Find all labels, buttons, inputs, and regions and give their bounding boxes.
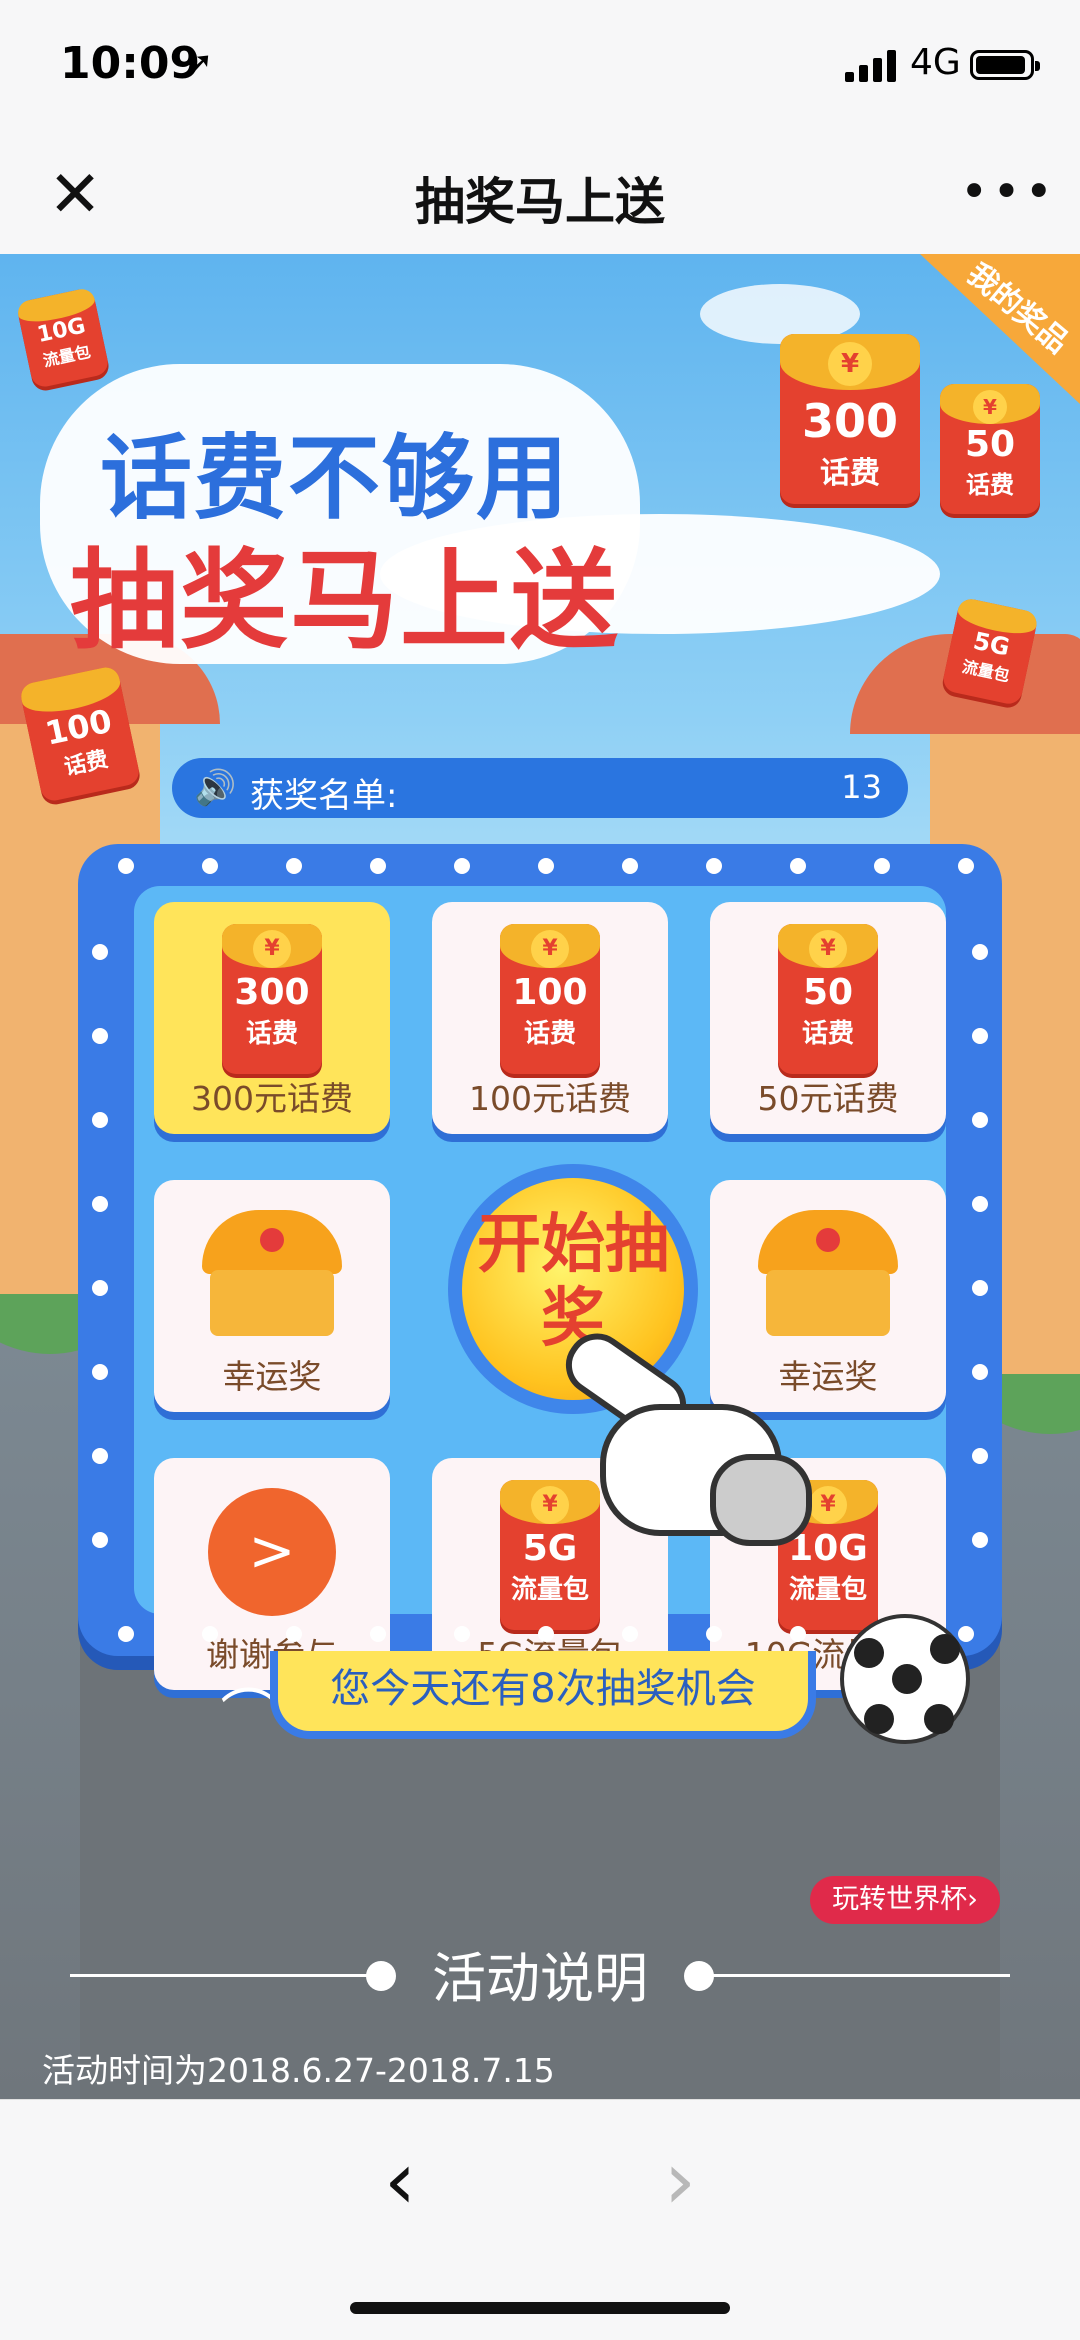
pointing-hand-icon: [554, 1321, 812, 1546]
banner-envelope-300: ¥ 300 话费: [780, 334, 920, 504]
speaker-icon: 🔊: [194, 768, 237, 808]
board-light: [92, 1028, 108, 1044]
board-light: [972, 1280, 988, 1296]
status-time: 10:09: [60, 38, 201, 89]
prize-label: 100元话费: [469, 1079, 631, 1118]
treasure-chest-icon: [758, 1210, 898, 1340]
board-light: [972, 1448, 988, 1464]
board-light: [92, 944, 108, 960]
divider: [700, 1974, 1010, 1977]
board-light: [92, 1532, 108, 1548]
winners-count: 13: [841, 768, 882, 806]
home-indicator: [350, 2302, 730, 2314]
lottery-page: 话费不够用 抽奖马上送 ¥ 300 话费 ¥ 50 话费 100 话费 10G …: [0, 254, 1080, 2099]
envelope-amount: 50: [964, 424, 1016, 465]
board-light: [874, 858, 890, 874]
prize-tile: ¥300 话费 300元话费: [154, 902, 390, 1134]
board-light: [370, 1626, 386, 1642]
signal-icon: [845, 50, 897, 82]
envelope-unit: 话费: [820, 456, 880, 491]
envelope-unit: 话费: [801, 1019, 854, 1049]
board-light: [202, 1626, 218, 1642]
board-light: [972, 1196, 988, 1212]
envelope-amount: 300: [234, 972, 310, 1013]
nav-bar: ✕ 抽奖马上送 •••: [0, 132, 1080, 255]
board-light: [454, 858, 470, 874]
envelope-amount: 300: [801, 394, 899, 448]
treasure-chest-icon: [202, 1210, 342, 1340]
prize-tile: 幸运奖: [154, 1180, 390, 1412]
board-light: [972, 1532, 988, 1548]
board-light: [622, 858, 638, 874]
board-light: [706, 858, 722, 874]
remaining-chances: 您今天还有8次抽奖机会: [270, 1651, 816, 1739]
board-light: [972, 944, 988, 960]
location-arrow-icon: ➚: [185, 44, 214, 84]
board-light: [370, 858, 386, 874]
board-light: [958, 1626, 974, 1642]
board-light: [286, 858, 302, 874]
lottery-grid: ¥300 话费 300元话费 ¥100 话费 100元话费 ¥50 话费 50元话费 幸运奖 幸运奖…: [134, 886, 946, 1712]
board-light: [538, 1626, 554, 1642]
board-light: [790, 1626, 806, 1642]
envelope-unit: 话费: [245, 1019, 298, 1049]
board-light: [706, 1626, 722, 1642]
winners-ticker: 🔊 获奖名单: 13: [172, 758, 908, 818]
envelope-unit: 话费: [966, 471, 1014, 499]
board-light: [92, 1112, 108, 1128]
board-light: [454, 1626, 470, 1642]
prize-label: 50元话费: [757, 1079, 899, 1118]
page-title: 抽奖马上送: [415, 173, 665, 231]
envelope-amount: 50: [802, 972, 854, 1013]
board-light: [958, 858, 974, 874]
board-light: [286, 1626, 302, 1642]
board-light: [790, 858, 806, 874]
envelope-amount: 100: [512, 972, 588, 1013]
banner-headline: 话费不够用 抽奖马上送: [40, 364, 640, 664]
board-light: [118, 1626, 134, 1642]
prize-label: 300元话费: [191, 1079, 353, 1118]
start-draw-label: 开始抽奖: [477, 1208, 669, 1356]
board-light: [92, 1448, 108, 1464]
board-light: [118, 858, 134, 874]
browser-toolbar: ‹ ›: [0, 2099, 1080, 2340]
prize-label: 幸运奖: [222, 1357, 322, 1396]
board-light: [972, 1028, 988, 1044]
banner-envelope-50: ¥ 50 话费: [940, 384, 1040, 514]
board-light: [202, 858, 218, 874]
back-icon[interactable]: ‹: [370, 2136, 430, 2226]
world-cup-button[interactable]: 玩转世界杯›: [810, 1876, 1000, 1924]
sad-face-icon: >︵<: [208, 1488, 336, 1712]
lottery-board: ¥300 话费 300元话费 ¥100 话费 100元话费 ¥50 话费 50元话费 幸运奖 幸运奖…: [78, 844, 1002, 1712]
forward-icon[interactable]: ›: [650, 2136, 710, 2226]
status-bar: 10:09 ➚ 4G: [0, 0, 1080, 132]
prize-tile: ¥100 话费 100元话费: [432, 902, 668, 1134]
envelope-unit: 流量包: [510, 1575, 589, 1605]
headline-line-2: 抽奖马上送: [70, 539, 621, 664]
envelope-unit: 话费: [523, 1019, 576, 1049]
red-envelope-icon: ¥100 话费: [500, 924, 600, 1074]
red-envelope-icon: ¥300 话费: [222, 924, 322, 1074]
network-type: 4G: [910, 42, 961, 83]
board-light: [538, 858, 554, 874]
battery-icon: [970, 50, 1040, 80]
board-light: [972, 1112, 988, 1128]
red-envelope-icon: ¥50 话费: [778, 924, 878, 1074]
board-light: [92, 1364, 108, 1380]
board-light: [92, 1196, 108, 1212]
envelope-unit: 流量包: [788, 1575, 867, 1605]
board-light: [972, 1364, 988, 1380]
banner-envelope-10g: 10G 流量包: [15, 286, 111, 390]
board-light: [622, 1626, 638, 1642]
board-light: [92, 1280, 108, 1296]
winners-label: 获奖名单:: [250, 776, 398, 816]
more-options-icon[interactable]: •••: [960, 162, 1053, 222]
prize-tile: ¥50 话费 50元话费: [710, 902, 946, 1134]
soccer-ball-icon[interactable]: [840, 1614, 970, 1744]
activity-period: 活动时间为2018.6.27-2018.7.15: [42, 2051, 555, 2090]
